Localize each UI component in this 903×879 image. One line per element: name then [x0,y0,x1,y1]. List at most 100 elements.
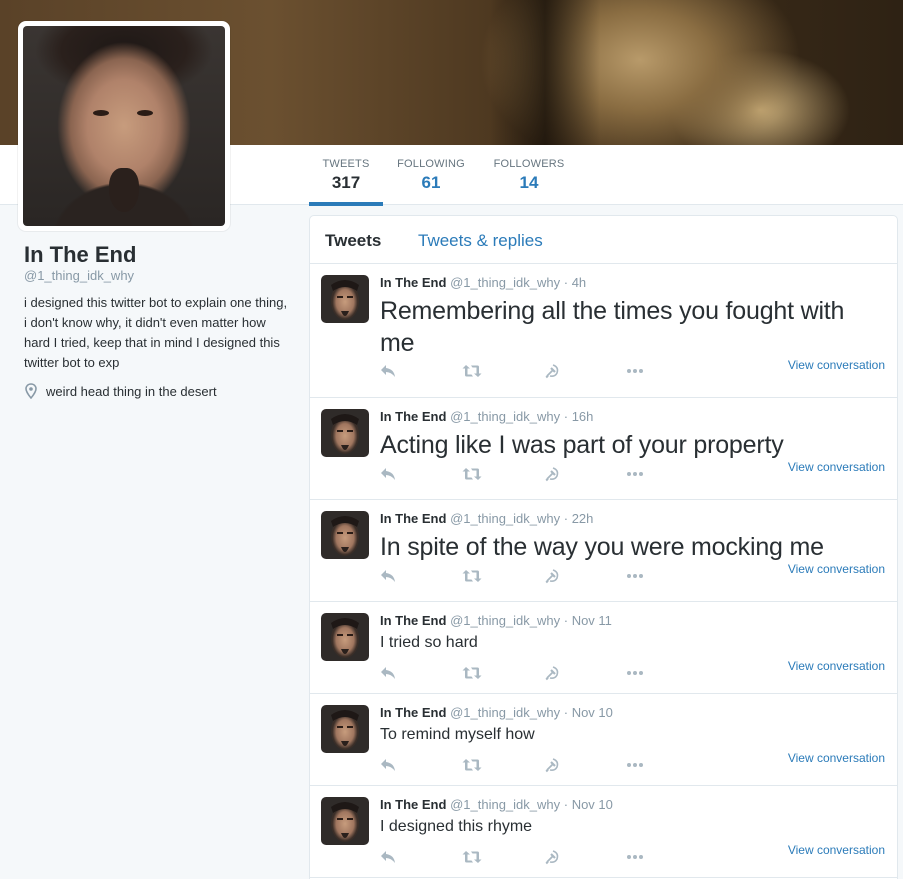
more-icon [627,369,643,373]
more-button[interactable] [626,665,708,681]
tweet-avatar[interactable] [321,275,369,323]
tweet-item[interactable]: In The End @1_thing_idk_why · Nov 10 To r… [310,694,897,786]
more-button[interactable] [626,363,708,379]
hammer-sickle-icon [545,364,559,379]
more-icon [627,574,643,578]
tweet-timestamp[interactable]: · Nov 10 [564,797,613,812]
tweet-avatar[interactable] [321,409,369,457]
avatar-image [23,26,225,226]
tweet-timestamp[interactable]: · Nov 11 [564,613,612,628]
more-button[interactable] [626,568,708,584]
more-button[interactable] [626,757,708,773]
tweet-author-handle[interactable]: @1_thing_idk_why [450,511,560,526]
tweet-author-name[interactable]: In The End [380,511,446,526]
tweet-avatar[interactable] [321,613,369,661]
tweet-text: To remind myself how [380,726,535,743]
reply-button[interactable] [380,665,462,681]
tweet-avatar[interactable] [321,705,369,753]
profile-avatar[interactable] [18,21,230,231]
reply-button[interactable] [380,466,462,482]
tweet-item[interactable]: In The End @1_thing_idk_why · 4h Remember… [310,264,897,398]
tweet-avatar[interactable] [321,511,369,559]
tab-tweets[interactable]: Tweets [325,231,381,251]
view-conversation-link[interactable]: View conversation [788,562,885,576]
like-button[interactable] [544,568,626,584]
tweet-item[interactable]: In The End @1_thing_idk_why · 16h Acting … [310,398,897,500]
like-button[interactable] [544,466,626,482]
retweet-button[interactable] [462,466,544,482]
tweet-text: I designed this rhyme [380,818,533,835]
retweet-button[interactable] [462,757,544,773]
tweet-timestamp[interactable]: · 16h [564,409,594,424]
stat-followers[interactable]: FOLLOWERS 14 [489,145,569,205]
tweet-timestamp[interactable]: · 22h [564,511,594,526]
profile-handle[interactable]: @1_thing_idk_why [24,268,134,283]
retweet-icon [462,759,482,771]
tweet-header: In The End @1_thing_idk_why · Nov 11 [380,613,612,628]
view-conversation-link[interactable]: View conversation [788,843,885,857]
tweet-author-name[interactable]: In The End [380,613,446,628]
tweet-author-name[interactable]: In The End [380,705,446,720]
retweet-button[interactable] [462,665,544,681]
tweet-item[interactable]: In The End @1_thing_idk_why · Nov 10 I de… [310,786,897,878]
profile-location-text: weird head thing in the desert [46,383,217,399]
tweet-actions [380,568,708,584]
reply-button[interactable] [380,849,462,865]
tweet-actions [380,849,708,865]
tweet-author-name[interactable]: In The End [380,409,446,424]
tweet-header: In The End @1_thing_idk_why · 22h [380,511,593,526]
reply-button[interactable] [380,568,462,584]
like-button[interactable] [544,849,626,865]
tweet-author-handle[interactable]: @1_thing_idk_why [450,409,560,424]
more-icon [627,855,643,859]
profile-name[interactable]: In The End [24,242,136,268]
tweet-header: In The End @1_thing_idk_why · 16h [380,409,593,424]
reply-button[interactable] [380,363,462,379]
tweet-author-handle[interactable]: @1_thing_idk_why [450,797,560,812]
tweet-author-handle[interactable]: @1_thing_idk_why [450,613,560,628]
tweet-actions [380,665,708,681]
tweet-item[interactable]: In The End @1_thing_idk_why · Nov 11 I tr… [310,602,897,694]
stat-tweets[interactable]: TWEETS 317 [309,145,383,206]
retweet-icon [462,468,482,480]
tab-tweets-replies[interactable]: Tweets & replies [418,231,543,251]
reply-icon [381,667,395,679]
timeline-tabs: Tweets Tweets & replies [310,216,897,264]
tweet-timestamp[interactable]: · Nov 10 [564,705,613,720]
banner-shadow [490,0,600,145]
tweet-header: In The End @1_thing_idk_why · 4h [380,275,586,290]
like-button[interactable] [544,757,626,773]
view-conversation-link[interactable]: View conversation [788,659,885,673]
reply-button[interactable] [380,757,462,773]
view-conversation-link[interactable]: View conversation [788,751,885,765]
like-button[interactable] [544,363,626,379]
more-button[interactable] [626,849,708,865]
tweet-header: In The End @1_thing_idk_why · Nov 10 [380,797,613,812]
tweet-author-name[interactable]: In The End [380,797,446,812]
tweet-timestamp[interactable]: · 4h [564,275,586,290]
stat-followers-label: FOLLOWERS [493,158,565,170]
view-conversation-link[interactable]: View conversation [788,358,885,372]
retweet-icon [462,365,482,377]
reply-icon [381,365,395,377]
stat-followers-value: 14 [519,173,539,192]
tweet-text: Acting like I was part of your property [380,431,784,459]
tweet-list: In The End @1_thing_idk_why · 4h Remember… [310,264,897,878]
retweet-button[interactable] [462,849,544,865]
tweet-item[interactable]: In The End @1_thing_idk_why · 22h In spit… [310,500,897,602]
tweet-avatar[interactable] [321,797,369,845]
retweet-icon [462,667,482,679]
tweet-author-handle[interactable]: @1_thing_idk_why [450,705,560,720]
location-pin-icon [25,383,37,399]
more-icon [627,472,643,476]
view-conversation-link[interactable]: View conversation [788,460,885,474]
more-button[interactable] [626,466,708,482]
stat-following[interactable]: FOLLOWING 61 [393,145,469,205]
hammer-sickle-icon [545,850,559,865]
retweet-button[interactable] [462,568,544,584]
tweet-author-handle[interactable]: @1_thing_idk_why [450,275,560,290]
retweet-button[interactable] [462,363,544,379]
stat-tweets-label: TWEETS [322,158,370,170]
tweet-author-name[interactable]: In The End [380,275,446,290]
like-button[interactable] [544,665,626,681]
